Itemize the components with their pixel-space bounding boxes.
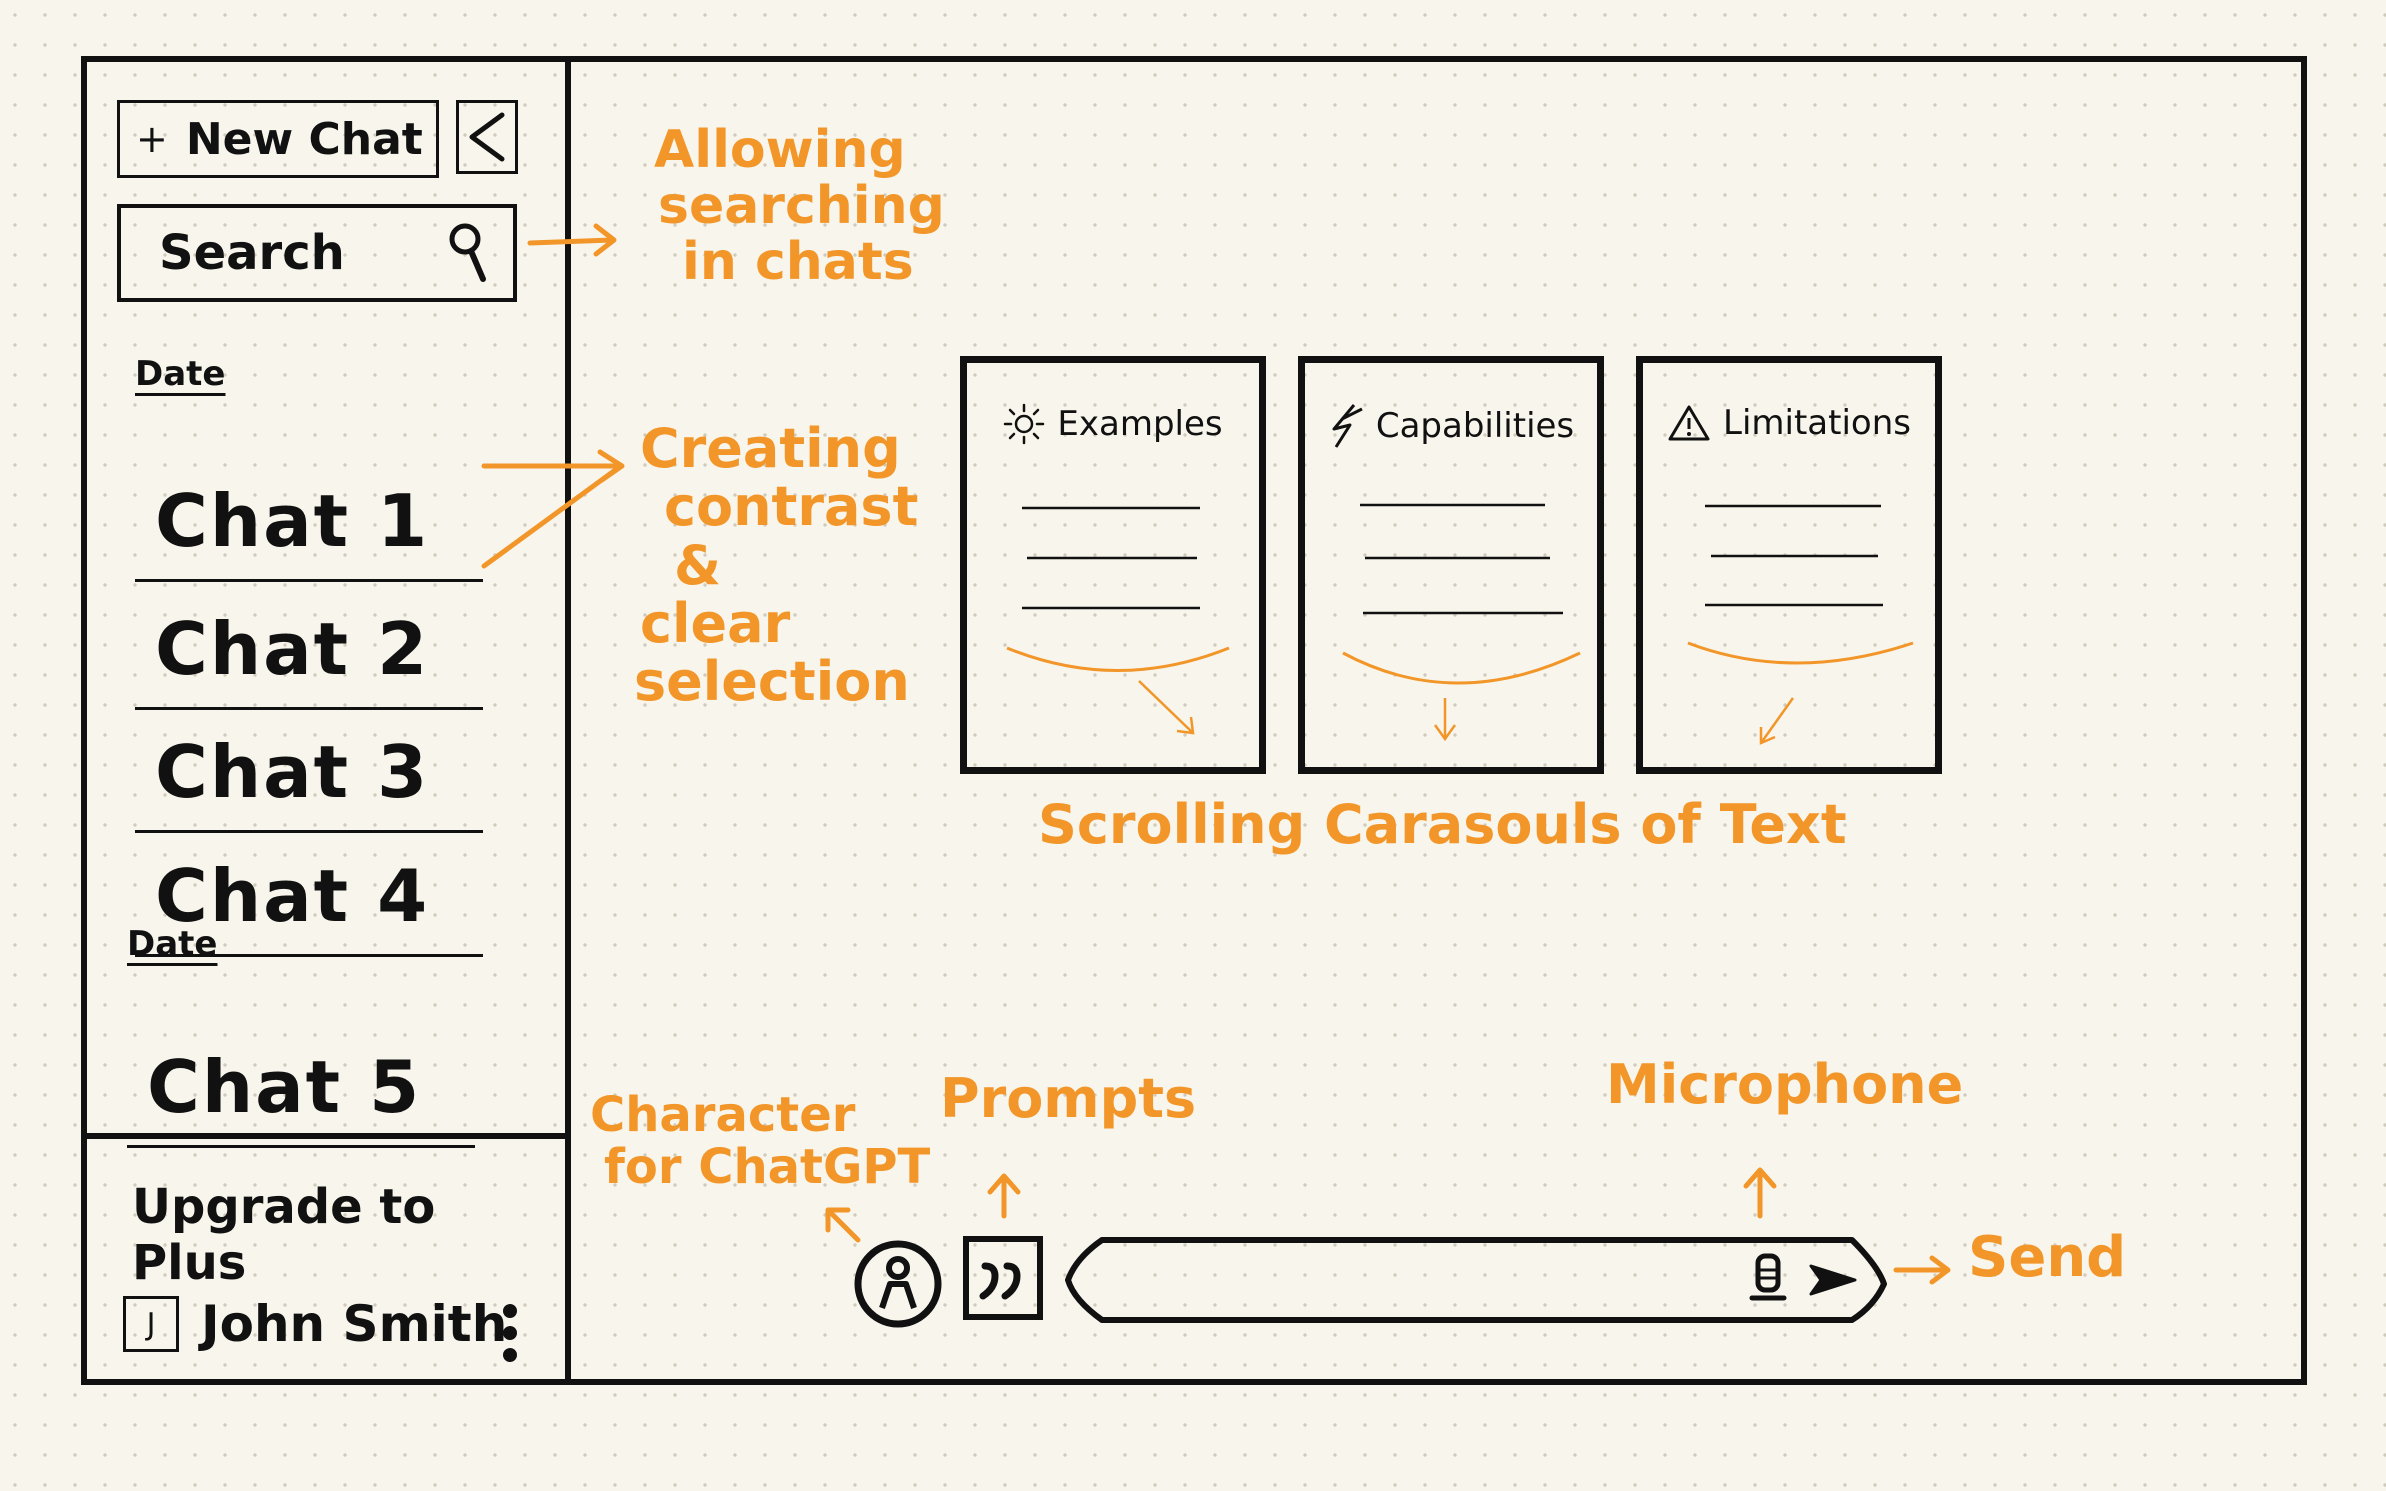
annotation-line: & [674,533,722,597]
annotation-line: Allowing [654,120,906,180]
prompts-annotation: Prompts [940,1067,1197,1130]
quote-icon [979,1262,1021,1300]
sidebar-divider [87,1133,565,1139]
date-group-label: Date [135,354,226,394]
search-annotation: Allowing searching in chats [654,120,945,293]
microphone-icon[interactable] [1746,1252,1790,1308]
search-icon [449,223,486,282]
user-profile[interactable]: J John Smith [123,1295,507,1353]
prompts-button[interactable] [963,1236,1043,1320]
carousel-annotation: Scrolling Carasouls of Text [1038,793,1847,856]
annotation-line: Creating [640,417,901,480]
text-placeholder-lines [1006,506,1230,735]
capabilities-card[interactable]: Capabilities [1298,356,1604,774]
annotation-line: selection [634,650,910,714]
new-chat-button[interactable]: + New Chat [117,100,439,178]
chat-list-item[interactable]: Chat 1 [135,462,483,582]
collapse-sidebar-button[interactable] [456,100,518,174]
search-placeholder: Search [159,225,345,281]
search-input[interactable]: Search [117,204,517,302]
annotation-line: in chats [682,232,914,293]
chevron-left-icon [469,112,505,162]
upgrade-to-plus-button[interactable]: Upgrade to Plus [132,1179,565,1291]
chat-list-item[interactable]: Chat 5 [127,1028,475,1148]
app-window: + New Chat Search Date Chat 1 Chat 2 Cha… [81,56,2307,1385]
annotation-line: contrast [664,475,919,539]
user-name: John Smith [201,1295,508,1353]
character-icon[interactable] [852,1238,944,1330]
new-chat-label: New Chat [185,113,423,165]
text-placeholder-lines [1342,503,1581,742]
annotation-line: Character [590,1087,856,1143]
send-icon[interactable] [1807,1260,1859,1300]
examples-card[interactable]: Examples [960,356,1266,774]
character-annotation: Character for ChatGPT [590,1087,931,1195]
plus-icon: + [136,117,168,161]
date-group-label: Date [127,924,218,964]
message-input[interactable] [1062,1236,1888,1324]
text-placeholder-lines [1687,504,1914,745]
chat-list-item[interactable]: Chat 3 [135,713,483,833]
avatar: J [123,1296,179,1352]
microphone-annotation: Microphone [1606,1053,1964,1116]
limitations-card[interactable]: Limitations [1636,356,1942,774]
kebab-menu-icon[interactable] [500,1303,520,1363]
sidebar: + New Chat Search Date Chat 1 Chat 2 Cha… [87,62,571,1379]
contrast-annotation: Creating contrast & clear selection [634,417,919,712]
send-annotation: Send [1968,1225,2127,1290]
annotation-line: searching [658,176,945,237]
chat-list-item[interactable]: Chat 2 [135,590,483,710]
annotation-line: clear [640,591,791,655]
annotation-line: for ChatGPT [604,1138,931,1195]
